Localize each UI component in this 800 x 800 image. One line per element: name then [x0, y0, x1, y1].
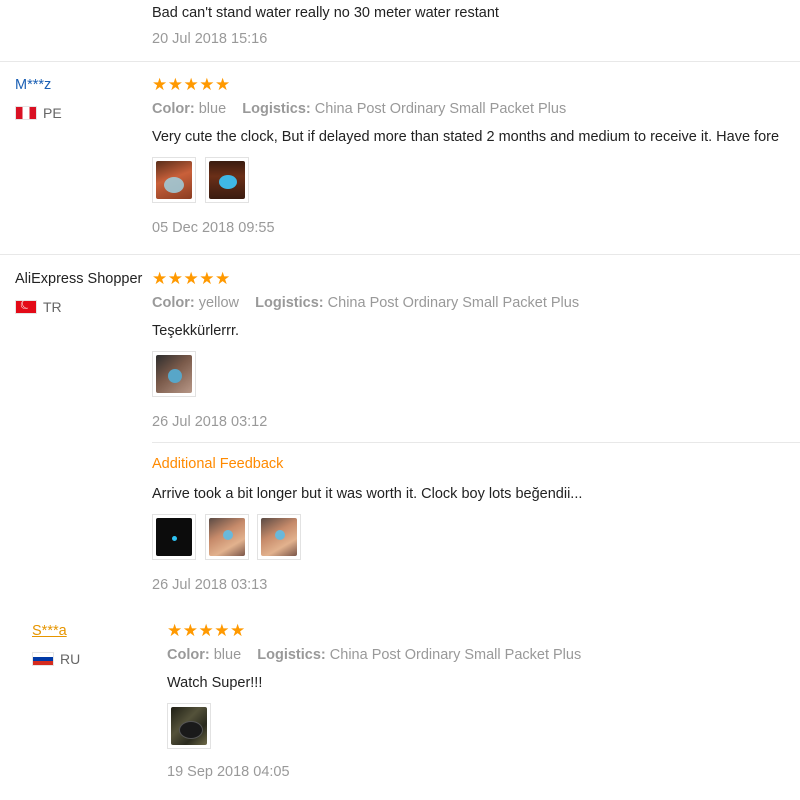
review-meta: Color: yellow Logistics: China Post Ordi… [152, 295, 579, 311]
logistics-value: China Post Ordinary Small Packet Plus [314, 101, 567, 117]
star-rating: ★★★★★ [167, 621, 246, 640]
review-photo[interactable] [205, 157, 249, 203]
review-photo[interactable] [152, 514, 196, 560]
star-rating: ★★★★★ [152, 75, 231, 94]
peru-flag-icon [15, 106, 37, 120]
logistics-label: Logistics: [257, 647, 326, 663]
country-code: RU [60, 651, 81, 667]
reviewer-country: TR [15, 299, 62, 315]
divider [0, 61, 800, 62]
review-meta: Color: blue Logistics: China Post Ordina… [167, 647, 581, 663]
additional-feedback-label: Additional Feedback [152, 456, 284, 472]
review-text: Teşekkürlerrr. [152, 323, 240, 339]
review-text: Watch Super!!! [167, 675, 263, 691]
review-date: 05 Dec 2018 09:55 [152, 220, 275, 236]
review-text: Very cute the clock, But if delayed more… [152, 129, 780, 145]
review-date: 20 Jul 2018 15:16 [152, 31, 268, 47]
country-code: TR [43, 299, 62, 315]
logistics-label: Logistics: [255, 295, 324, 311]
review-photo[interactable] [257, 514, 301, 560]
reviewer-name[interactable]: S***a [32, 623, 67, 639]
review-text: Bad can't stand water really no 30 meter… [152, 5, 499, 21]
russia-flag-icon [32, 652, 54, 666]
additional-feedback-text: Arrive took a bit longer but it was wort… [152, 486, 583, 502]
divider [0, 254, 800, 255]
additional-feedback-date: 26 Jul 2018 03:13 [152, 577, 268, 593]
color-value: yellow [198, 295, 240, 311]
turkey-flag-icon [15, 300, 37, 314]
divider [152, 442, 800, 443]
logistics-value: China Post Ordinary Small Packet Plus [327, 295, 580, 311]
color-value: blue [198, 101, 227, 117]
review-photo[interactable] [152, 157, 196, 203]
review-meta: Color: blue Logistics: China Post Ordina… [152, 101, 566, 117]
star-rating: ★★★★★ [152, 269, 231, 288]
reviewer-country: PE [15, 105, 62, 121]
logistics-label: Logistics: [242, 101, 311, 117]
logistics-value: China Post Ordinary Small Packet Plus [329, 647, 582, 663]
review-photo[interactable] [167, 703, 211, 749]
country-code: PE [43, 105, 62, 121]
color-value: blue [213, 647, 242, 663]
review-photo[interactable] [205, 514, 249, 560]
color-label: Color: [152, 101, 195, 117]
reviewer-name[interactable]: M***z [15, 77, 51, 93]
review-date: 26 Jul 2018 03:12 [152, 414, 268, 430]
reviewer-country: RU [32, 651, 80, 667]
color-label: Color: [167, 647, 210, 663]
reviewer-name[interactable]: AliExpress Shopper [15, 271, 142, 287]
review-photo[interactable] [152, 351, 196, 397]
review-date: 19 Sep 2018 04:05 [167, 764, 290, 780]
color-label: Color: [152, 295, 195, 311]
